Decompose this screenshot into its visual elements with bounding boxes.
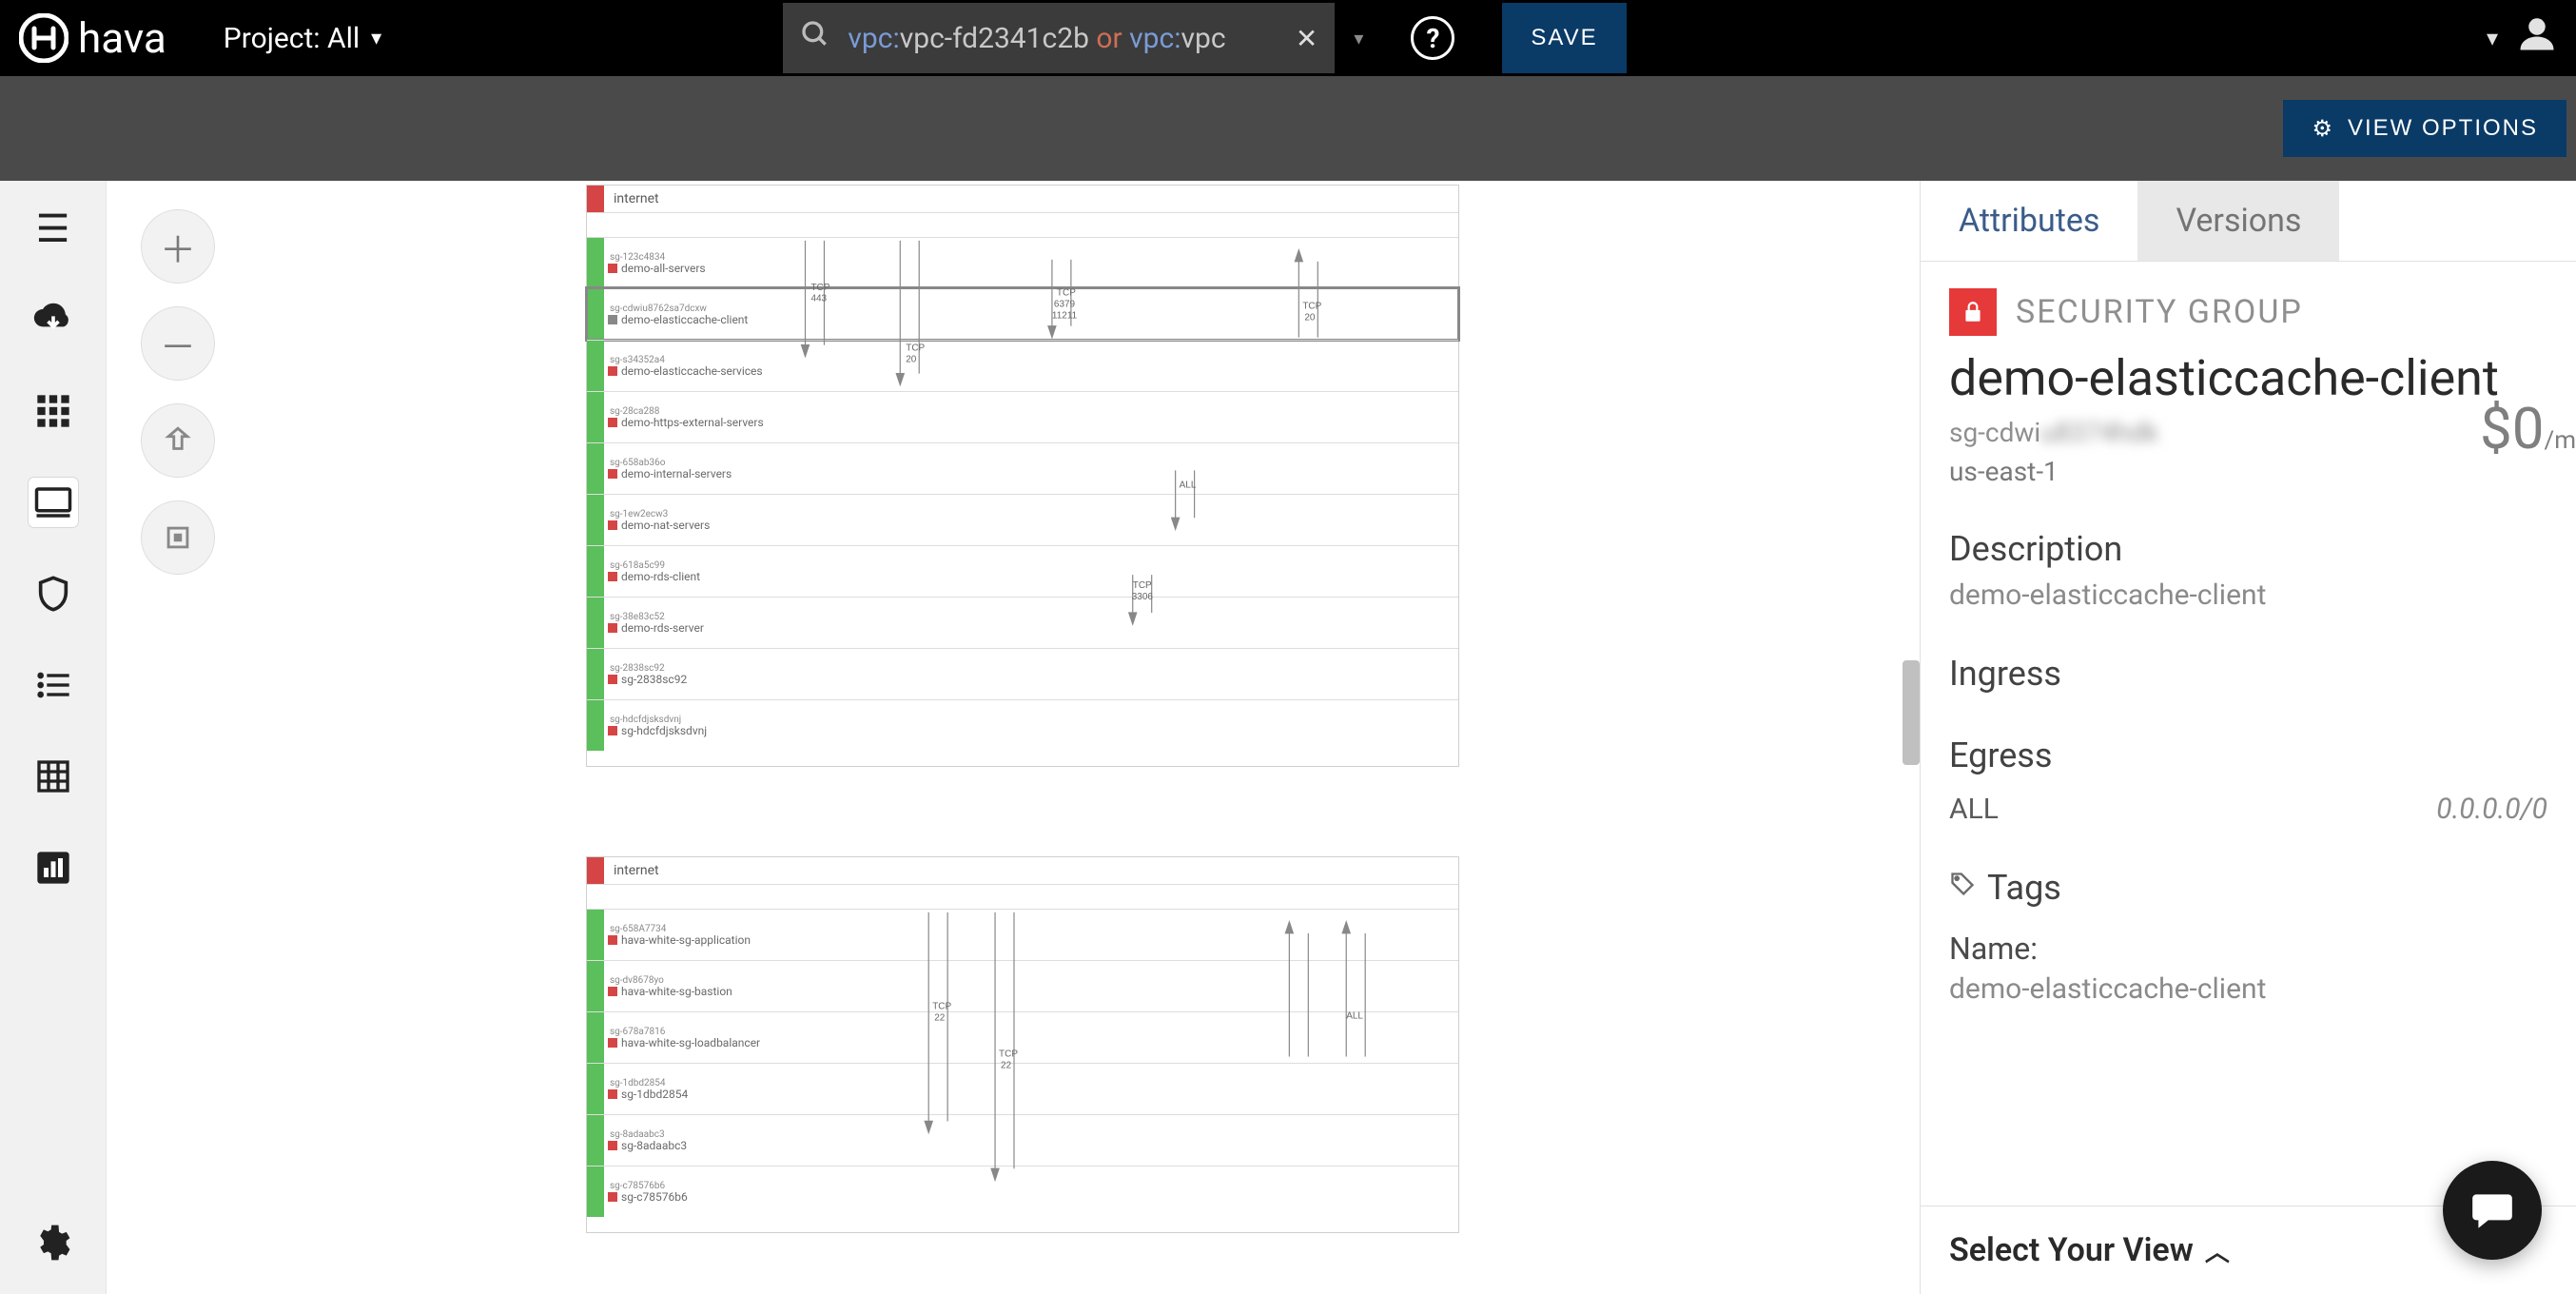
gear-icon: ⚙ [2312, 115, 2334, 143]
tags-heading: Tags [1949, 868, 2547, 908]
resource-id: sg-cdwiu8374hdk [1949, 417, 2547, 448]
chevron-down-icon: ▾ [371, 27, 381, 50]
egress-heading: Egress [1949, 735, 2547, 775]
zoom-controls: ＋ － [141, 209, 215, 575]
search-box[interactable]: vpc:vpc-fd2341c2b or vpc:vpc ✕ [783, 3, 1335, 73]
security-group-row[interactable]: sg-28ca288demo-https-external-servers [587, 391, 1458, 442]
lock-icon [1949, 288, 1997, 336]
details-panel: Attributes Versions SECURITY GROUP demo-… [1920, 181, 2576, 1294]
fit-button[interactable] [141, 403, 215, 478]
search-text: vpc:vpc-fd2341c2b or vpc:vpc [848, 22, 1278, 55]
description-heading: Description [1949, 529, 2547, 569]
security-diagram-2[interactable]: internet sg-658A7734hava-white-sg-applic… [586, 856, 1459, 1233]
view-options-button[interactable]: ⚙ VIEW OPTIONS [2283, 100, 2566, 157]
security-group-row[interactable]: sg-s34352a4demo-elasticcache-services [587, 340, 1458, 391]
security-group-row[interactable]: sg-658A7734hava-white-sg-application [587, 909, 1458, 960]
tag-icon [1949, 871, 1976, 905]
ingress-heading: Ingress [1949, 654, 2547, 694]
logo-text: hava [78, 13, 166, 63]
resource-price: $0/m [2480, 395, 2576, 462]
chevron-up-icon: ︿ [2205, 1233, 2230, 1268]
security-group-row[interactable]: sg-38e83c52demo-rds-server [587, 597, 1458, 648]
shield-icon[interactable] [29, 569, 78, 618]
left-rail: ☰ [0, 181, 107, 1294]
apps-grid-icon[interactable] [29, 386, 78, 436]
chat-bubble[interactable] [2443, 1161, 2542, 1260]
security-group-row[interactable]: sg-658ab36odemo-internal-servers [587, 442, 1458, 494]
table-grid-icon[interactable] [29, 752, 78, 801]
security-group-row[interactable]: sg-618a5c99demo-rds-client [587, 545, 1458, 597]
canvas-scrollbar[interactable] [1903, 660, 1920, 765]
search-icon [800, 19, 830, 58]
panel-tabs: Attributes Versions [1921, 181, 2576, 262]
security-group-row[interactable]: sg-1dbd2854sg-1dbd2854 [587, 1063, 1458, 1114]
security-group-row[interactable]: sg-hdcfdjsksdvnjsg-hdcfdjsksdvnj [587, 699, 1458, 751]
view-options-label: VIEW OPTIONS [2348, 115, 2538, 142]
security-diagram-1[interactable]: internet sg-123c4834demo-all-serverssg-c… [586, 185, 1459, 767]
zoom-out-button[interactable]: － [141, 306, 215, 381]
security-group-row[interactable]: sg-8adaabc3sg-8adaabc3 [587, 1114, 1458, 1166]
security-group-row[interactable]: sg-1ew2ecw3demo-nat-servers [587, 494, 1458, 545]
security-group-row[interactable]: sg-678a7816hava-white-sg-loadbalancer [587, 1011, 1458, 1063]
egress-rule-row: ALL0.0.0.0/0 [1949, 793, 2547, 826]
chart-icon[interactable] [29, 843, 78, 892]
sub-bar: ⚙ VIEW OPTIONS [0, 76, 2576, 181]
menu-icon[interactable]: ☰ [29, 204, 78, 253]
security-group-row[interactable]: sg-2838sc92sg-2838sc92 [587, 648, 1458, 699]
panel-body: SECURITY GROUP demo-elasticcache-client … [1921, 262, 2576, 1206]
search-dropdown-icon[interactable]: ▾ [1354, 27, 1363, 49]
user-icon[interactable] [2517, 13, 2557, 64]
security-group-row[interactable]: sg-dv8678yohava-white-sg-bastion [587, 960, 1458, 1011]
tab-versions[interactable]: Versions [2137, 181, 2339, 261]
help-icon[interactable]: ? [1411, 16, 1454, 60]
tab-attributes[interactable]: Attributes [1921, 181, 2137, 261]
resource-name: demo-elasticcache-client [1949, 349, 2547, 407]
topbar-right: ▾ [2487, 13, 2557, 64]
logo[interactable]: hava [19, 13, 166, 63]
settings-gear-icon[interactable] [29, 1218, 78, 1267]
resource-region: us-east-1 [1949, 456, 2547, 487]
clear-search-icon[interactable]: ✕ [1296, 23, 1317, 54]
diagram-internet-row: internet [587, 857, 1458, 884]
list-icon[interactable] [29, 660, 78, 710]
description-value: demo-elasticcache-client [1949, 578, 2547, 612]
top-bar: hava Project: All ▾ vpc:vpc-fd2341c2b or… [0, 0, 2576, 76]
topbar-chevron-icon[interactable]: ▾ [2487, 25, 2498, 51]
tag-key: Name: [1949, 931, 2547, 967]
security-group-row[interactable]: sg-123c4834demo-all-servers [587, 237, 1458, 288]
search-area: vpc:vpc-fd2341c2b or vpc:vpc ✕ ▾ ? SAVE [783, 3, 1626, 73]
resource-type-label: SECURITY GROUP [2016, 293, 2303, 331]
desktop-icon[interactable] [29, 478, 78, 527]
project-selector[interactable]: Project: All ▾ [224, 22, 381, 55]
center-button[interactable] [141, 500, 215, 575]
project-label: Project: All [224, 22, 360, 55]
tag-value: demo-elasticcache-client [1949, 972, 2547, 1006]
resource-type-header: SECURITY GROUP [1949, 288, 2547, 336]
security-group-row[interactable]: sg-c78576b6sg-c78576b6 [587, 1166, 1458, 1217]
diagram-internet-row: internet [587, 186, 1458, 212]
logo-icon [19, 13, 68, 63]
diagram-canvas[interactable]: ＋ － internet sg-123c4834demo-all-servers… [107, 181, 1920, 1294]
security-group-row[interactable]: sg-cdwiu8762sa7dcxwdemo-elasticcache-cli… [587, 288, 1458, 340]
cloud-download-icon[interactable] [29, 295, 78, 344]
zoom-in-button[interactable]: ＋ [141, 209, 215, 284]
save-button[interactable]: SAVE [1502, 3, 1626, 73]
